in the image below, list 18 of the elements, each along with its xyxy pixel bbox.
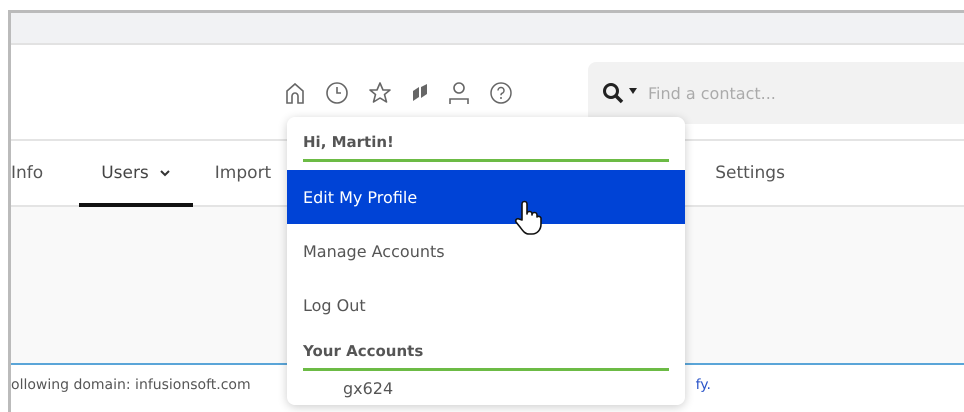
star-icon[interactable] <box>368 81 392 105</box>
hand-cursor-icon <box>513 200 543 236</box>
notice-link[interactable]: fy. <box>696 377 711 393</box>
help-icon[interactable] <box>489 81 513 105</box>
clock-icon[interactable] <box>325 81 349 105</box>
home-icon[interactable] <box>284 81 306 105</box>
leaf-icon[interactable] <box>411 83 429 103</box>
menu-heading: Your Accounts <box>303 332 669 371</box>
menu-item[interactable]: Manage Accounts <box>287 224 685 278</box>
menu-heading: Hi, Martin! <box>303 123 669 162</box>
nav-tab[interactable]: Settings <box>693 143 807 207</box>
menu-item[interactable]: gx624 <box>287 371 685 405</box>
nav-tab[interactable]: Info <box>11 143 66 207</box>
menu-item[interactable]: Log Out <box>287 278 685 332</box>
search-icon[interactable] <box>602 82 640 104</box>
search-field[interactable]: Find a contact... <box>648 84 928 102</box>
notice-text: ollowing domain: infusionsoft.com <box>11 377 251 393</box>
user-icon[interactable] <box>448 81 470 105</box>
